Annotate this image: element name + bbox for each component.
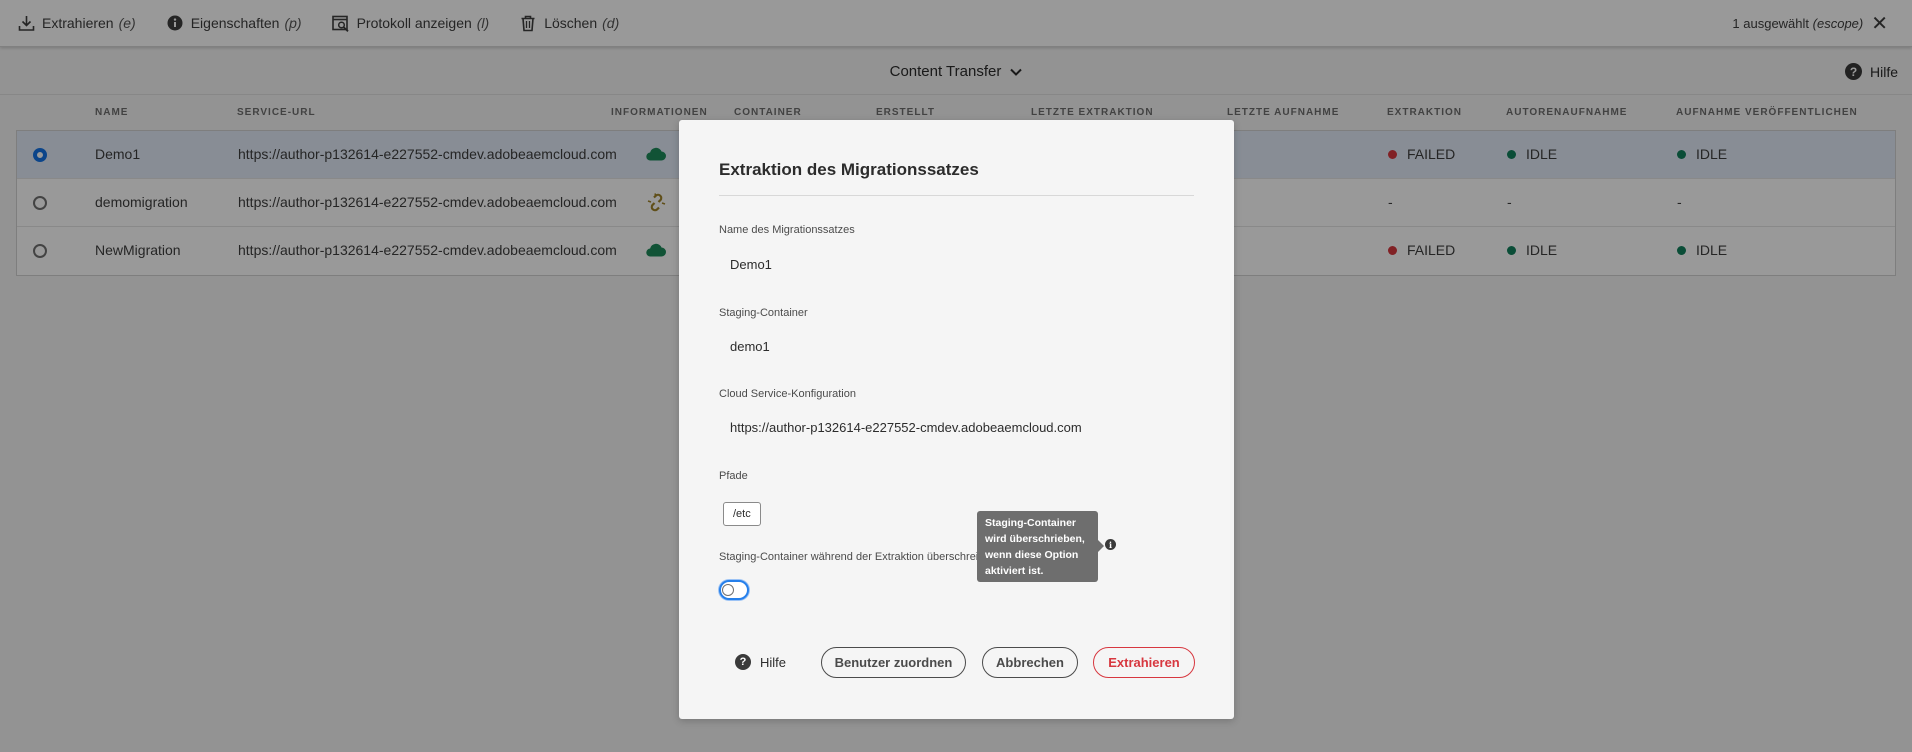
dialog-help-label: Hilfe [760, 654, 787, 670]
toggle-knob [722, 584, 734, 596]
overwrite-toggle[interactable] [719, 580, 749, 600]
migration-set-name-label: Name des Migrationssatzes [719, 224, 855, 236]
migration-set-name-value: Demo1 [730, 257, 772, 272]
path-tag: /etc [723, 502, 761, 526]
cancel-button[interactable]: Abbrechen [982, 647, 1078, 678]
staging-container-label: Staging-Container [719, 307, 808, 319]
overwrite-tooltip: Staging-Container wird überschrieben, we… [977, 511, 1104, 582]
cloud-service-value: https://author-p132614-e227552-cmdev.ado… [730, 420, 1082, 435]
extract-button[interactable]: Extrahieren [1093, 647, 1195, 678]
paths-label: Pfade [719, 470, 748, 482]
info-icon[interactable]: i [1105, 539, 1116, 550]
help-icon: ? [735, 654, 751, 670]
dialog-title: Extraktion des Migrationssatzes [719, 160, 979, 179]
overwrite-label: Staging-Container während der Extraktion… [719, 551, 979, 563]
dialog-help-link[interactable]: ? Hilfe [735, 653, 786, 671]
dialog-divider [719, 195, 1194, 196]
staging-container-value: demo1 [730, 339, 770, 354]
cloud-service-label: Cloud Service-Konfiguration [719, 388, 856, 400]
extraction-dialog: Extraktion des Migrationssatzes Name des… [679, 120, 1234, 719]
assign-users-button[interactable]: Benutzer zuordnen [821, 647, 966, 678]
